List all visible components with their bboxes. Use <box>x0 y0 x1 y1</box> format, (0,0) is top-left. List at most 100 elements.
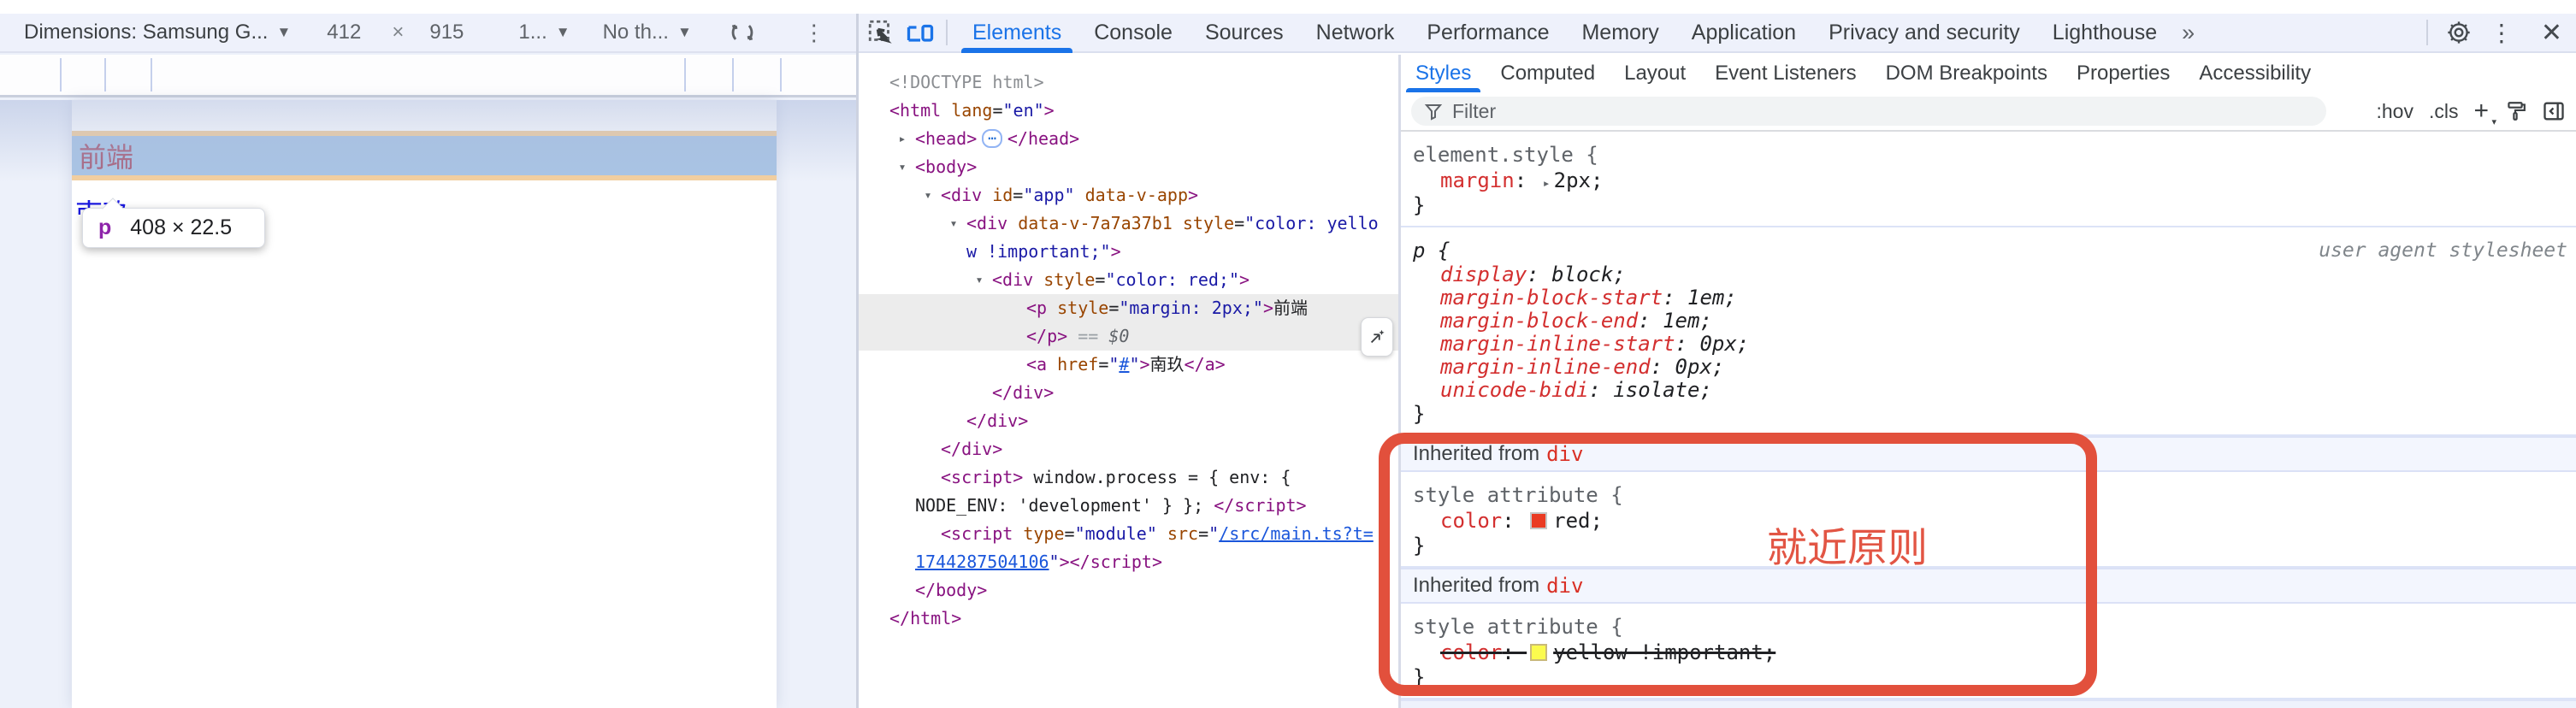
css-declaration[interactable]: display: block; <box>1413 263 2576 286</box>
disclosure-triangle-icon[interactable]: ▾ <box>970 266 989 294</box>
emulated-page[interactable]: 前端 南玖 p 408 × 22.5 <box>72 100 777 708</box>
css-declaration[interactable]: margin-block-end: 1em; <box>1413 310 2576 333</box>
code-token: > <box>1111 241 1121 262</box>
top-band <box>0 0 2576 14</box>
dom-tree-node[interactable]: ▾<div style="color: red;"> <box>859 266 1398 294</box>
device-width-input[interactable]: 412 <box>327 21 361 44</box>
dom-tree-node[interactable]: ▾<body> <box>859 153 1398 181</box>
dom-tree-node[interactable]: </div> <box>859 379 1398 407</box>
css-declaration[interactable]: margin: ▸2px; <box>1413 168 2576 193</box>
tab-console[interactable]: Console <box>1078 14 1189 51</box>
disclosure-triangle-icon[interactable]: ▾ <box>893 153 912 181</box>
dom-tree-node[interactable]: w !important;"> <box>859 238 1398 266</box>
css-declaration[interactable]: color: yellow !important; <box>1413 640 2576 665</box>
tab-lighthouse[interactable]: Lighthouse <box>2036 14 2173 51</box>
dom-tree-node[interactable]: </div> <box>859 407 1398 435</box>
media-query-bar[interactable] <box>0 55 856 97</box>
device-toolbar-toggle-icon[interactable] <box>903 15 937 50</box>
css-declaration[interactable]: margin-inline-end: 0px; <box>1413 356 2576 379</box>
dom-tree-node[interactable]: <a href="#">南玖</a> <box>859 351 1398 379</box>
tab-performance[interactable]: Performance <box>1410 14 1565 51</box>
color-swatch[interactable] <box>1530 512 1547 529</box>
tab-memory[interactable]: Memory <box>1565 14 1675 51</box>
dom-tree-node[interactable]: <p style="margin: 2px;">前端 <box>859 294 1398 322</box>
dock-sidebar-icon[interactable] <box>2542 99 2566 123</box>
toggle-class-button[interactable]: .cls <box>2429 100 2459 123</box>
media-query-mark <box>684 58 686 91</box>
dom-tree-node[interactable]: ▾<div data-v-7a7a37b1 style="color: yell… <box>859 209 1398 238</box>
subtab-computed[interactable]: Computed <box>1486 55 1610 92</box>
subtab-styles[interactable]: Styles <box>1401 55 1486 92</box>
dom-tree-node[interactable]: <html lang="en"> <box>859 97 1398 125</box>
inspect-element-icon[interactable] <box>864 15 898 50</box>
dom-tree-node[interactable]: </div> <box>859 435 1398 463</box>
device-select[interactable]: Dimensions: Samsung G... <box>24 21 268 44</box>
filter-input[interactable]: Filter <box>1411 97 2326 126</box>
subtab-dom-breakpoints[interactable]: DOM Breakpoints <box>1871 55 2062 92</box>
dom-tree-node[interactable]: <script type="module" src="/src/main.ts?… <box>859 520 1398 548</box>
rule-selector: style attribute { <box>1413 483 1623 507</box>
tab-application[interactable]: Application <box>1675 14 1812 51</box>
dom-tree-node[interactable]: <script> window.process = { env: { <box>859 463 1398 492</box>
disclosure-triangle-icon[interactable]: ▾ <box>919 181 937 209</box>
style-rule[interactable]: element.style {margin: ▸2px;} <box>1401 132 2576 227</box>
paint-roller-icon[interactable] <box>2504 100 2526 122</box>
style-rule[interactable]: p {user agent stylesheetdisplay: block;m… <box>1401 227 2576 436</box>
new-style-rule-button[interactable]: + <box>2473 97 2489 126</box>
tab-network[interactable]: Network <box>1300 14 1411 51</box>
dom-tree-node[interactable]: </p> == $0 <box>859 322 1398 351</box>
code-token: = <box>1234 213 1244 233</box>
kebab-menu-icon[interactable]: ⋮ <box>803 20 826 46</box>
subtab-event-listeners[interactable]: Event Listeners <box>1700 55 1870 92</box>
dom-tree-node[interactable]: </html> <box>859 605 1398 633</box>
throttling-select[interactable]: No th... <box>603 21 669 44</box>
close-icon[interactable]: ✕ <box>2527 18 2576 48</box>
more-tabs-icon[interactable]: » <box>2173 14 2203 51</box>
dom-tree-node[interactable]: ▸<head>⋯</head> <box>859 125 1398 153</box>
code-token: <p <box>1026 298 1047 318</box>
style-rule[interactable]: style attribute {color: red;} <box>1401 472 2576 568</box>
devtools-window: Dimensions: Samsung G... ▼ 412 × 915 1..… <box>0 0 2576 708</box>
device-height-input[interactable]: 915 <box>429 21 464 44</box>
devtools-right-controls: ⋮ ✕ <box>2418 15 2576 50</box>
inherited-node-link[interactable]: div <box>1546 442 1583 466</box>
css-declaration[interactable]: color: red; <box>1413 508 2576 534</box>
gear-icon[interactable] <box>2442 15 2476 50</box>
chevron-down-icon[interactable]: ▼ <box>276 24 291 41</box>
dom-tree-node[interactable]: ▾<div id="app" data-v-app> <box>859 181 1398 209</box>
tab-elements[interactable]: Elements <box>956 14 1078 51</box>
code-token: <div <box>966 213 1007 233</box>
annotation-text: 就近原则 <box>1767 515 1928 574</box>
chevron-down-icon[interactable]: ▼ <box>556 24 570 41</box>
code-token: " <box>1108 354 1119 375</box>
selected-element-badge[interactable] <box>1361 317 1393 357</box>
code-token: </head> <box>1007 128 1079 149</box>
tab-privacy-and-security[interactable]: Privacy and security <box>1812 14 2036 51</box>
css-declaration[interactable]: margin-inline-start: 0px; <box>1413 333 2576 356</box>
css-declaration[interactable]: unicode-bidi: isolate; <box>1413 379 2576 402</box>
dom-tree-node[interactable]: NODE_ENV: 'development' } }; </script> <box>859 492 1398 520</box>
dom-tree-node[interactable]: <!DOCTYPE html> <box>859 68 1398 97</box>
color-swatch[interactable] <box>1530 644 1547 661</box>
subtab-layout[interactable]: Layout <box>1610 55 1700 92</box>
zoom-select[interactable]: 1... <box>518 21 547 44</box>
disclosure-triangle-icon[interactable]: ▾ <box>944 209 963 238</box>
tab-sources[interactable]: Sources <box>1189 14 1300 51</box>
rule-selector: style attribute { <box>1413 615 1623 639</box>
kebab-menu-icon[interactable]: ⋮ <box>2476 19 2527 47</box>
dom-tree-node[interactable]: 1744287504106"></script> <box>859 548 1398 576</box>
subtab-properties[interactable]: Properties <box>2062 55 2184 92</box>
toggle-hover-state-button[interactable]: :hov <box>2376 100 2413 123</box>
code-token: w !important;" <box>966 241 1111 262</box>
chevron-down-icon[interactable]: ▼ <box>677 24 692 41</box>
subtab-accessibility[interactable]: Accessibility <box>2184 55 2325 92</box>
style-rule[interactable]: style attribute {color: yellow !importan… <box>1401 604 2576 699</box>
css-declaration[interactable]: margin-block-start: 1em; <box>1413 286 2576 310</box>
collapsed-children-icon[interactable]: ⋯ <box>982 129 1002 148</box>
code-token: <a <box>1026 354 1047 375</box>
dom-tree-node[interactable]: </body> <box>859 576 1398 605</box>
disclosure-triangle-icon[interactable]: ▸ <box>893 125 912 153</box>
inherited-from-header: Inherited fromdiv <box>1401 568 2576 604</box>
inherited-node-link[interactable]: div <box>1546 574 1583 598</box>
rotate-icon[interactable] <box>726 16 759 49</box>
